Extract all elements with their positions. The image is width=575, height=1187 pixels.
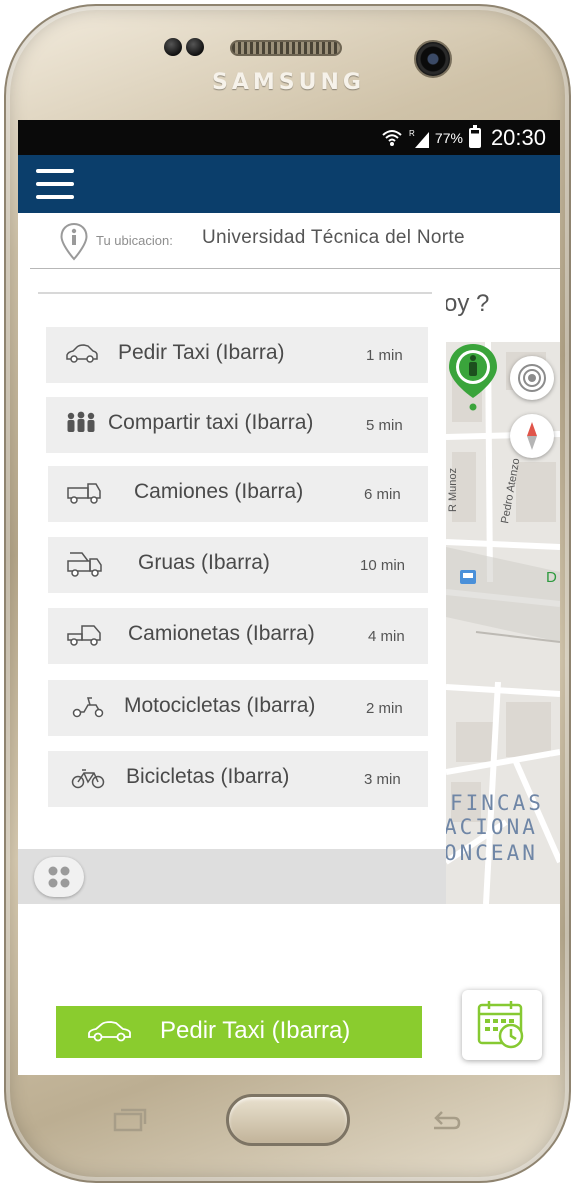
service-label: Pedir Taxi (Ibarra) [118, 341, 285, 364]
battery-percentage: 77% [434, 130, 463, 146]
panel-divider [38, 292, 432, 294]
status-time: 20:30 [490, 125, 546, 150]
scooter-icon [72, 697, 104, 718]
my-location-button[interactable] [510, 356, 554, 400]
earpiece-speaker [230, 40, 342, 56]
calendar-clock-icon [477, 1001, 524, 1049]
service-label: Bicicletas (Ibarra) [126, 765, 290, 788]
pickup-icon [67, 625, 101, 646]
map-view[interactable]: R Munoz Pedro Atenzo D FINCAS ACIONA ONC… [446, 342, 560, 904]
service-eta: 1 min [366, 347, 403, 364]
service-list-panel: Pedir Taxi (Ibarra) 1 min Compartir taxi… [18, 292, 446, 849]
request-taxi-label: Pedir Taxi (Ibarra) [160, 1017, 351, 1044]
svg-text:R: R [409, 129, 415, 138]
tow-truck-icon [67, 552, 102, 577]
signal-icon: R [409, 129, 429, 148]
service-eta: 3 min [364, 771, 401, 788]
target-icon [518, 364, 546, 392]
bicycle-icon [71, 769, 105, 789]
compass-icon [527, 422, 537, 450]
recent-apps-key-icon[interactable] [113, 1106, 149, 1132]
request-taxi-button[interactable]: Pedir Taxi (Ibarra) [56, 1006, 422, 1058]
screen: R 77% 20:30 Tu ubicacion: Universidad Té… [18, 120, 560, 1075]
service-item-tow-trucks[interactable]: Gruas (Ibarra) 10 min [48, 537, 428, 593]
car-icon [66, 344, 98, 363]
map-poi-letter: D [546, 569, 557, 586]
front-sensors [164, 38, 208, 58]
service-label: Camiones (Ibarra) [134, 480, 304, 503]
compass-button[interactable] [510, 414, 554, 458]
truck-icon [67, 483, 101, 504]
destination-question: oy ? [444, 290, 490, 317]
map-area-line-3: ONCEAN [446, 841, 538, 865]
service-eta: 5 min [366, 417, 403, 434]
status-bar: R 77% 20:30 [18, 120, 560, 155]
app-bar [18, 155, 560, 213]
wifi-icon [382, 130, 402, 146]
service-label: Camionetas (Ibarra) [128, 622, 315, 645]
service-eta: 10 min [360, 557, 406, 574]
service-item-motorcycles[interactable]: Motocicletas (Ibarra) 2 min [48, 680, 428, 736]
back-key-icon[interactable] [428, 1106, 462, 1132]
service-eta: 4 min [368, 628, 405, 645]
service-eta: 2 min [366, 700, 403, 717]
service-label: Compartir taxi (Ibarra) [108, 411, 314, 434]
location-row[interactable]: Tu ubicacion: Universidad Técnica del No… [30, 213, 560, 269]
apps-button[interactable] [34, 857, 84, 897]
user-location-pin[interactable] [446, 342, 500, 414]
service-item-trucks[interactable]: Camiones (Ibarra) 6 min [48, 466, 428, 522]
service-item-shared-taxi[interactable]: Compartir taxi (Ibarra) 5 min [46, 397, 428, 453]
map-area-line-1: FINCAS [450, 791, 544, 815]
menu-icon[interactable] [36, 169, 74, 199]
service-item-bicycles[interactable]: Bicicletas (Ibarra) 3 min [48, 751, 428, 807]
map-area-line-2: ACIONA [446, 815, 538, 839]
schedule-button[interactable] [462, 990, 542, 1060]
device-brand: SAMSUNG [212, 70, 365, 95]
service-label: Gruas (Ibarra) [138, 551, 270, 574]
home-button[interactable] [226, 1094, 350, 1146]
service-label: Motocicletas (Ibarra) [124, 694, 316, 717]
service-item-pickups[interactable]: Camionetas (Ibarra) 4 min [48, 608, 428, 664]
front-camera [414, 40, 452, 78]
apps-icon [48, 866, 70, 888]
service-item-taxi[interactable]: Pedir Taxi (Ibarra) 1 min [46, 327, 428, 383]
location-value: Universidad Técnica del Norte [202, 227, 465, 248]
battery-icon [468, 125, 481, 148]
location-label: Tu ubicacion: [96, 233, 173, 248]
service-eta: 6 min [364, 486, 401, 503]
car-icon [88, 1021, 131, 1042]
location-pin-icon [60, 223, 88, 261]
people-icon [67, 411, 95, 432]
street-label-1: R Munoz [447, 468, 459, 512]
